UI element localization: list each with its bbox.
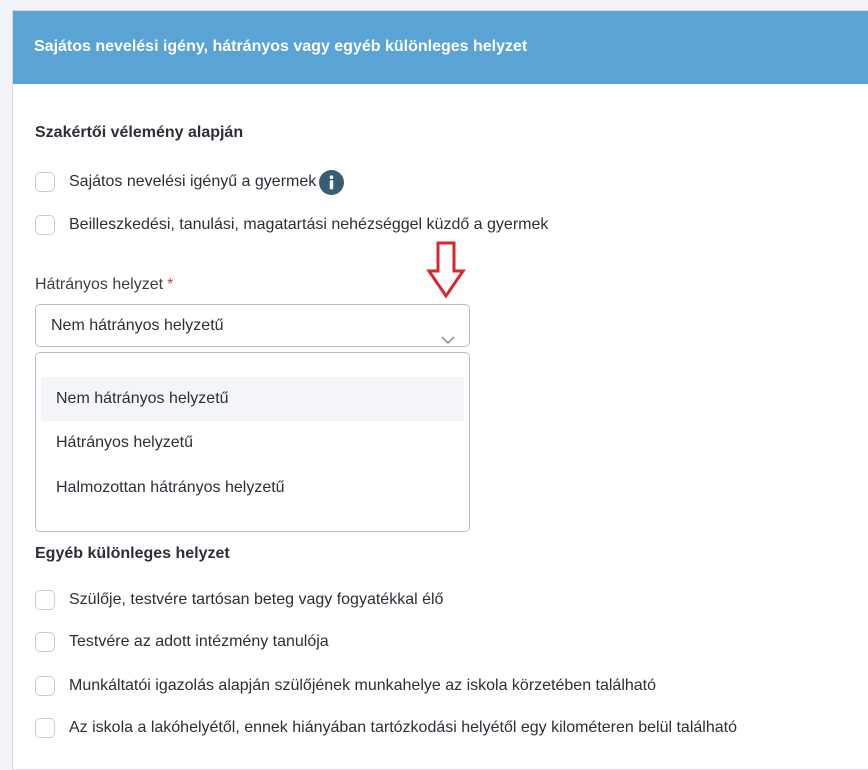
checkbox-row-sibling-student[interactable]: Testvére az adott intézmény tanulója — [35, 629, 329, 655]
expert-section-title: Szakértői vélemény alapján — [35, 124, 244, 141]
checkbox-row-school-proximity[interactable]: Az iskola a lakóhelyétől, ennek hiányába… — [35, 715, 737, 741]
red-down-arrow-icon — [426, 241, 466, 304]
disadvantage-select[interactable]: Nem hátrányos helyzetű — [35, 304, 470, 347]
option-disadvantaged[interactable]: Hátrányos helyzetű — [41, 421, 464, 465]
checkbox-row-integration-difficulty[interactable]: Beilleszkedési, tanulási, magatartási ne… — [35, 212, 548, 238]
special-needs-label: Sajátos nevelési igényű a gyermek — [69, 173, 317, 190]
disadvantage-label-text: Hátrányos helyzet — [35, 276, 164, 293]
other-section-title: Egyéb különleges helyzet — [35, 545, 230, 562]
parent-workplace-label: Munkáltatói igazolás alapján szülőjének … — [69, 677, 657, 694]
sibling-student-checkbox[interactable] — [35, 632, 55, 652]
checkbox-row-parent-workplace[interactable]: Munkáltatói igazolás alapján szülőjének … — [35, 673, 656, 699]
school-proximity-checkbox[interactable] — [35, 718, 55, 738]
panel-header: Sajátos nevelési igény, hátrányos vagy e… — [13, 11, 868, 84]
school-proximity-label: Az iskola a lakóhelyétől, ennek hiányába… — [69, 719, 737, 736]
sick-relative-label: Szülője, testvére tartósan beteg vagy fo… — [69, 591, 444, 608]
checkbox-row-special-needs[interactable]: Sajátos nevelési igényű a gyermek — [35, 169, 345, 195]
integration-difficulty-label: Beilleszkedési, tanulási, magatartási ne… — [69, 216, 549, 233]
option-not-disadvantaged[interactable]: Nem hátrányos helyzetű — [41, 377, 464, 421]
integration-difficulty-checkbox[interactable] — [35, 215, 55, 235]
sick-relative-checkbox[interactable] — [35, 590, 55, 610]
special-situation-panel: Sajátos nevelési igény, hátrányos vagy e… — [12, 10, 868, 770]
checkbox-row-sick-relative[interactable]: Szülője, testvére tartósan beteg vagy fo… — [35, 587, 443, 613]
required-marker: * — [167, 276, 174, 293]
disadvantage-field-label: Hátrányos helyzet * — [35, 276, 173, 294]
info-icon[interactable] — [319, 169, 345, 195]
option-multiply-disadvantaged[interactable]: Halmozottan hátrányos helyzetű — [41, 466, 464, 510]
disadvantage-dropdown-list: Nem hátrányos helyzetű Hátrányos helyzet… — [35, 352, 470, 532]
parent-workplace-checkbox[interactable] — [35, 676, 55, 696]
special-needs-checkbox[interactable] — [35, 172, 55, 192]
sibling-student-label: Testvére az adott intézmény tanulója — [69, 633, 329, 650]
disadvantage-select-value: Nem hátrányos helyzetű — [51, 317, 224, 334]
